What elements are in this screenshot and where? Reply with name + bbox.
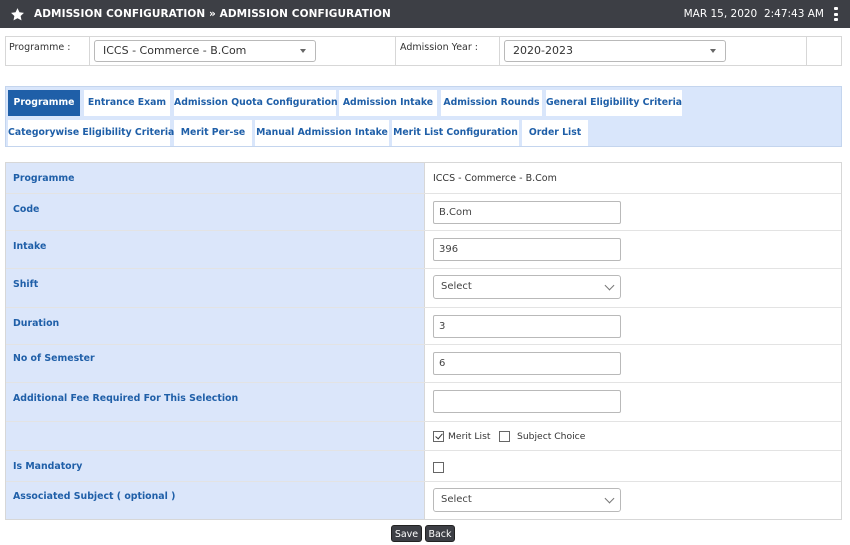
form-row-duration: Duration 3 [6,308,841,345]
shift-select-value: Select [441,281,472,292]
admission-year-dropdown-value: 2020-2023 [513,44,573,57]
tab-programme[interactable]: Programme [8,90,80,116]
shift-label: Shift [6,269,425,307]
tab-general-eligibility-criteria[interactable]: General Eligibility Criteria [546,90,682,116]
selector-bar: Programme : ICCS - Commerce - B.Com Admi… [5,36,842,66]
programme-dropdown[interactable]: ICCS - Commerce - B.Com [94,40,316,62]
duration-input[interactable]: 3 [433,315,621,338]
semester-label: No of Semester [6,345,425,382]
programme-value: ICCS - Commerce - B.Com [433,173,557,184]
tab-admission-quota-configuration[interactable]: Admission Quota Configuration [174,90,338,116]
divider [89,37,90,65]
divider [499,37,500,65]
programme-selector-label: Programme : [9,42,71,53]
tab-categorywise-eligibility-criteria[interactable]: Categorywise Eligibility Criteria [8,120,174,146]
associated-subject-select-value: Select [441,494,472,505]
tab-entrance-exam[interactable]: Entrance Exam [84,90,170,116]
additional-fee-input[interactable] [433,390,621,413]
form-row-programme: Programme ICCS - Commerce - B.Com [6,163,841,194]
divider [395,37,396,65]
page-title: ADMISSION CONFIGURATION » ADMISSION CONF… [34,8,391,20]
more-options-icon[interactable] [834,7,838,21]
programme-dropdown-value: ICCS - Commerce - B.Com [103,44,247,57]
tab-merit-per-se[interactable]: Merit Per-se [174,120,252,146]
code-input[interactable]: B.Com [433,201,621,224]
form-row-shift: Shift Select [6,269,841,308]
merit-list-checkbox[interactable] [433,431,444,442]
tab-admission-intake[interactable]: Admission Intake [339,90,437,116]
tab-order-list[interactable]: Order List [522,120,588,146]
chevron-down-icon [604,280,615,291]
form-row-code: Code B.Com [6,194,841,231]
code-label: Code [6,194,425,230]
tab-admission-rounds[interactable]: Admission Rounds [441,90,542,116]
current-date: MAR 15, 2020 [683,8,758,20]
tab-manual-admission-intake[interactable]: Manual Admission Intake [255,120,389,146]
associated-subject-label: Associated Subject ( optional ) [6,482,425,519]
associated-subject-select[interactable]: Select [433,488,621,512]
programme-config-form: Programme ICCS - Commerce - B.Com Code B… [5,162,842,520]
duration-label: Duration [6,308,425,344]
empty-label-cell [6,422,425,450]
is-mandatory-checkbox[interactable] [433,462,444,473]
date-time-display: MAR 15, 2020 2:47:43 AM [684,0,824,28]
shift-select[interactable]: Select [433,275,621,299]
back-button[interactable]: Back [425,525,455,542]
chevron-down-icon [604,493,615,504]
form-row-intake: Intake 396 [6,231,841,269]
caret-down-icon [300,49,306,53]
save-button[interactable]: Save [391,525,422,542]
current-time: 2:47:43 AM [763,8,824,20]
config-tabs: Programme Entrance Exam Admission Quota … [5,86,842,147]
intake-label: Intake [6,231,425,268]
form-row-semester: No of Semester 6 [6,345,841,383]
programme-label: Programme [6,163,425,193]
form-row-additional-fee: Additional Fee Required For This Selecti… [6,383,841,422]
top-header-bar: ADMISSION CONFIGURATION » ADMISSION CONF… [0,0,850,28]
admission-year-dropdown[interactable]: 2020-2023 [504,40,726,62]
subject-choice-label: Subject Choice [517,431,586,442]
tab-merit-list-configuration[interactable]: Merit List Configuration [392,120,519,146]
form-row-selection-type: Merit List Subject Choice [6,422,841,451]
semester-input[interactable]: 6 [433,352,621,375]
divider [806,37,807,65]
additional-fee-label: Additional Fee Required For This Selecti… [6,383,425,421]
year-selector-label: Admission Year : [400,42,478,53]
merit-list-label: Merit List [448,431,491,442]
star-icon[interactable] [10,6,26,22]
intake-input[interactable]: 396 [433,238,621,261]
form-row-is-mandatory: Is Mandatory [6,451,841,482]
is-mandatory-label: Is Mandatory [6,451,425,481]
caret-down-icon [710,49,716,53]
subject-choice-checkbox[interactable] [499,431,510,442]
form-row-associated-subject: Associated Subject ( optional ) Select [6,482,841,519]
